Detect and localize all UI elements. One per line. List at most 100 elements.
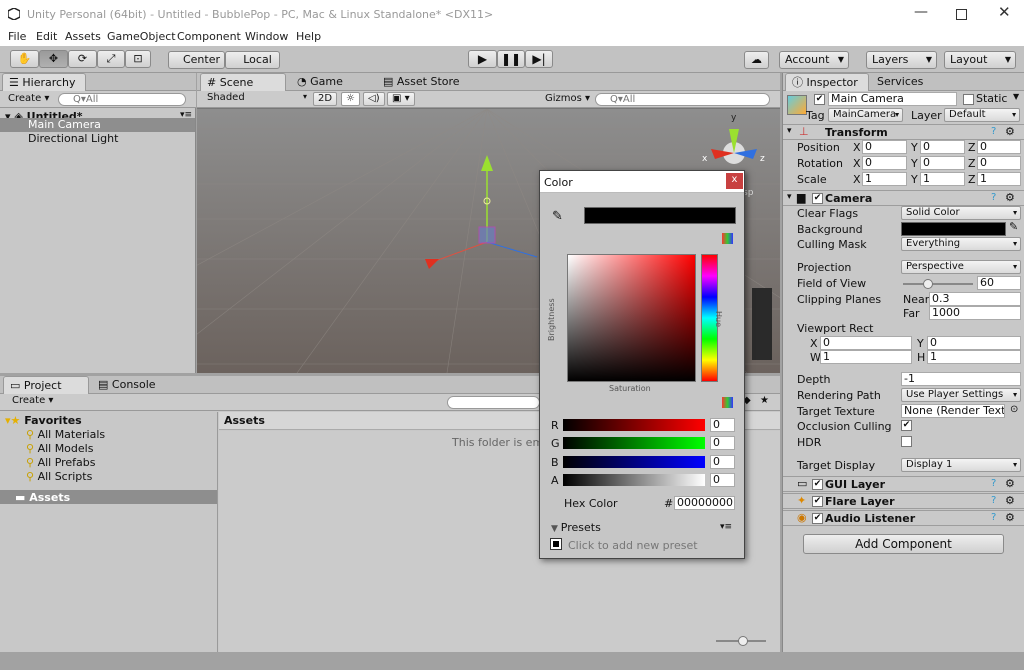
- menu-help[interactable]: Help: [296, 30, 321, 43]
- menu-assets[interactable]: Assets: [65, 30, 101, 43]
- channel-a-field[interactable]: 0: [710, 473, 735, 487]
- channel-g-slider[interactable]: [563, 437, 705, 449]
- scale-tool-button[interactable]: ⤢: [97, 50, 125, 68]
- slider-mode-icon[interactable]: [722, 397, 733, 408]
- step-button[interactable]: ▶|: [525, 50, 553, 68]
- add-component-button[interactable]: Add Component: [803, 534, 1004, 554]
- culling-mask-dropdown[interactable]: Everything: [901, 237, 1021, 251]
- gui-layer-header[interactable]: ▭ ✔ GUI Layer ? ⚙: [783, 476, 1024, 492]
- flare-layer-checkbox[interactable]: ✔: [812, 496, 823, 507]
- minimize-button[interactable]: —: [914, 4, 928, 20]
- fav-all-scripts[interactable]: ⚲ All Scripts: [26, 470, 92, 483]
- transform-y-field[interactable]: 0: [920, 140, 965, 154]
- layer-dropdown[interactable]: Default: [944, 108, 1020, 122]
- tab-asset-store[interactable]: ▤ Asset Store: [377, 73, 466, 91]
- target-texture-field[interactable]: None (Render Textu: [901, 404, 1005, 418]
- pivot-local-button[interactable]: Local: [225, 51, 280, 69]
- eyedropper-icon[interactable]: ✎: [552, 209, 563, 224]
- help-icon[interactable]: ?: [991, 495, 996, 506]
- fov-slider[interactable]: [903, 279, 973, 289]
- saturation-brightness-field[interactable]: [567, 254, 696, 382]
- fav-all-models[interactable]: ⚲ All Models: [26, 442, 93, 455]
- occlusion-culling-checkbox[interactable]: ✔: [901, 420, 912, 431]
- channel-r-field[interactable]: 0: [710, 418, 735, 432]
- transform-y-field[interactable]: 0: [920, 156, 965, 170]
- gear-icon[interactable]: ⚙: [1005, 477, 1015, 490]
- fov-field[interactable]: 60: [977, 276, 1021, 290]
- fov-slider-thumb[interactable]: [922, 279, 933, 289]
- target-display-dropdown[interactable]: Display 1: [901, 458, 1021, 472]
- gear-icon[interactable]: ⚙: [1005, 125, 1015, 138]
- camera-gizmo[interactable]: [478, 226, 496, 244]
- gui-layer-checkbox[interactable]: ✔: [812, 479, 823, 490]
- presets-menu-icon[interactable]: ▾≡: [720, 522, 732, 532]
- channel-a-slider[interactable]: [563, 474, 705, 486]
- tab-services[interactable]: Services: [871, 73, 929, 91]
- help-icon[interactable]: ?: [991, 478, 996, 489]
- close-window-button[interactable]: ✕: [998, 3, 1011, 21]
- help-icon[interactable]: ?: [991, 192, 996, 203]
- help-icon[interactable]: ?: [991, 512, 996, 523]
- channel-b-slider[interactable]: [563, 456, 705, 468]
- transform-z-field[interactable]: 0: [977, 156, 1021, 170]
- rendering-path-dropdown[interactable]: Use Player Settings: [901, 388, 1021, 402]
- play-button[interactable]: ▶: [468, 50, 497, 68]
- static-checkbox[interactable]: [963, 94, 974, 105]
- tab-project[interactable]: ▭ Project: [3, 376, 89, 394]
- transform-z-field[interactable]: 1: [977, 172, 1021, 186]
- hierarchy-item-directional-light[interactable]: Directional Light: [28, 132, 118, 145]
- favorite-star-icon[interactable]: ★: [760, 395, 769, 406]
- menu-file[interactable]: File: [8, 30, 26, 43]
- scene-search-input[interactable]: Q▾All: [595, 93, 770, 106]
- tab-hierarchy[interactable]: ☰ Hierarchy: [2, 73, 86, 91]
- account-dropdown[interactable]: Account ▼: [779, 51, 849, 69]
- menu-component[interactable]: Component: [177, 30, 241, 43]
- move-tool-button[interactable]: ✥: [39, 50, 68, 68]
- viewport-h-field[interactable]: 1: [927, 350, 1021, 364]
- hierarchy-create-button[interactable]: Create ▾: [8, 93, 49, 104]
- tab-console[interactable]: ▤ Console: [92, 376, 162, 394]
- effects-toggle[interactable]: ▣ ▾: [387, 92, 415, 106]
- hand-tool-button[interactable]: ✋: [10, 50, 39, 68]
- clear-flags-dropdown[interactable]: Solid Color: [901, 206, 1021, 220]
- flare-layer-header[interactable]: ✦ ✔ Flare Layer ? ⚙: [783, 493, 1024, 509]
- toggle-2d-button[interactable]: 2D: [313, 92, 338, 106]
- gameobject-name-field[interactable]: Main Camera: [828, 92, 957, 106]
- depth-field[interactable]: -1: [901, 372, 1021, 386]
- transform-x-field[interactable]: 0: [862, 140, 907, 154]
- channel-r-slider[interactable]: [563, 419, 705, 431]
- fav-all-prefabs[interactable]: ⚲ All Prefabs: [26, 456, 96, 469]
- hierarchy-search-input[interactable]: Q▾All: [58, 93, 186, 106]
- rotate-tool-button[interactable]: ⟳: [68, 50, 97, 68]
- far-field[interactable]: 1000: [929, 306, 1021, 320]
- gear-icon[interactable]: ⚙: [1005, 511, 1015, 524]
- layout-dropdown[interactable]: Layout ▼: [944, 51, 1016, 69]
- gameobject-icon[interactable]: [787, 95, 807, 115]
- pivot-center-button[interactable]: Center: [168, 51, 225, 69]
- tab-inspector[interactable]: ⓘ Inspector: [785, 73, 869, 91]
- static-chevron-down-icon[interactable]: ▼: [1013, 92, 1019, 101]
- color-picker-close-button[interactable]: x: [726, 173, 743, 189]
- audio-listener-header[interactable]: ◉ ✔ Audio Listener ? ⚙: [783, 510, 1024, 526]
- color-mode-icon[interactable]: [722, 233, 733, 244]
- channel-b-field[interactable]: 0: [710, 455, 735, 469]
- slider-thumb[interactable]: [738, 636, 748, 646]
- transform-y-field[interactable]: 1: [920, 172, 965, 186]
- layers-dropdown[interactable]: Layers ▼: [866, 51, 937, 69]
- audio-listener-checkbox[interactable]: ✔: [812, 513, 823, 524]
- tag-dropdown[interactable]: MainCamera: [828, 108, 903, 122]
- gear-icon[interactable]: ⚙: [1005, 191, 1015, 204]
- audio-toggle[interactable]: ◁): [363, 92, 385, 106]
- tab-scene[interactable]: # Scene: [200, 73, 286, 91]
- cloud-button[interactable]: ☁: [744, 51, 769, 69]
- gizmos-dropdown[interactable]: Gizmos ▾: [545, 93, 590, 104]
- menu-window[interactable]: Window: [245, 30, 288, 43]
- viewport-w-field[interactable]: 1: [820, 350, 912, 364]
- add-preset-icon[interactable]: [550, 538, 562, 550]
- lighting-toggle[interactable]: ☼: [341, 92, 360, 106]
- project-create-button[interactable]: Create ▾: [12, 395, 53, 406]
- help-icon[interactable]: ?: [991, 126, 996, 137]
- project-search-input[interactable]: [447, 396, 540, 409]
- gear-icon[interactable]: ⚙: [1005, 494, 1015, 507]
- projection-dropdown[interactable]: Perspective: [901, 260, 1021, 274]
